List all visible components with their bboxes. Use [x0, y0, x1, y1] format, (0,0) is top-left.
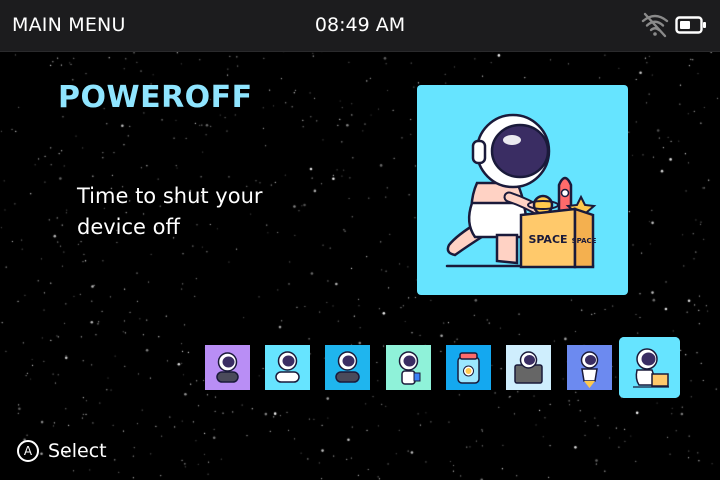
- status-bar: MAIN MENU 08:49 AM: [0, 0, 720, 52]
- clock: 08:49 AM: [314, 14, 406, 36]
- thumbnail-astronaut-controller[interactable]: [265, 345, 310, 390]
- astronaut-gamepad-icon: [205, 345, 250, 390]
- theme-thumbnail-strip: [0, 337, 720, 398]
- astronaut-controller-icon: [265, 345, 310, 390]
- astronaut-gamepad-blue-icon: [325, 345, 370, 390]
- thumbnail-astronaut-jar[interactable]: [446, 345, 491, 390]
- thumbnail-astronaut-tv[interactable]: [506, 345, 551, 390]
- astronaut-pushing-box-icon: SPACE SPACE: [445, 113, 597, 269]
- astronaut-jar-icon: [446, 345, 491, 390]
- astronaut-drink-icon: [386, 345, 431, 390]
- astronaut-box-icon: [619, 337, 680, 398]
- battery-half-icon: [675, 16, 706, 34]
- box-label: SPACE: [528, 233, 567, 246]
- page-title: POWEROFF: [58, 80, 253, 115]
- a-button-icon: A: [17, 440, 39, 462]
- preview-image: SPACE SPACE: [417, 85, 628, 295]
- box-side-label: SPACE: [572, 237, 597, 245]
- thumbnail-astronaut-rocket[interactable]: [567, 345, 612, 390]
- wifi-off-icon: [641, 12, 669, 38]
- thumbnail-astronaut-gamepad-blue[interactable]: [325, 345, 370, 390]
- thumbnail-astronaut-box-selected[interactable]: [619, 337, 680, 398]
- select-label: Select: [48, 440, 107, 462]
- thumbnail-astronaut-drink[interactable]: [386, 345, 431, 390]
- description-text: Time to shut your device off: [77, 184, 263, 239]
- astronaut-tv-icon: [506, 345, 551, 390]
- thumbnail-astronaut-gamepad[interactable]: [205, 345, 250, 390]
- astronaut-rocket-icon: [567, 345, 612, 390]
